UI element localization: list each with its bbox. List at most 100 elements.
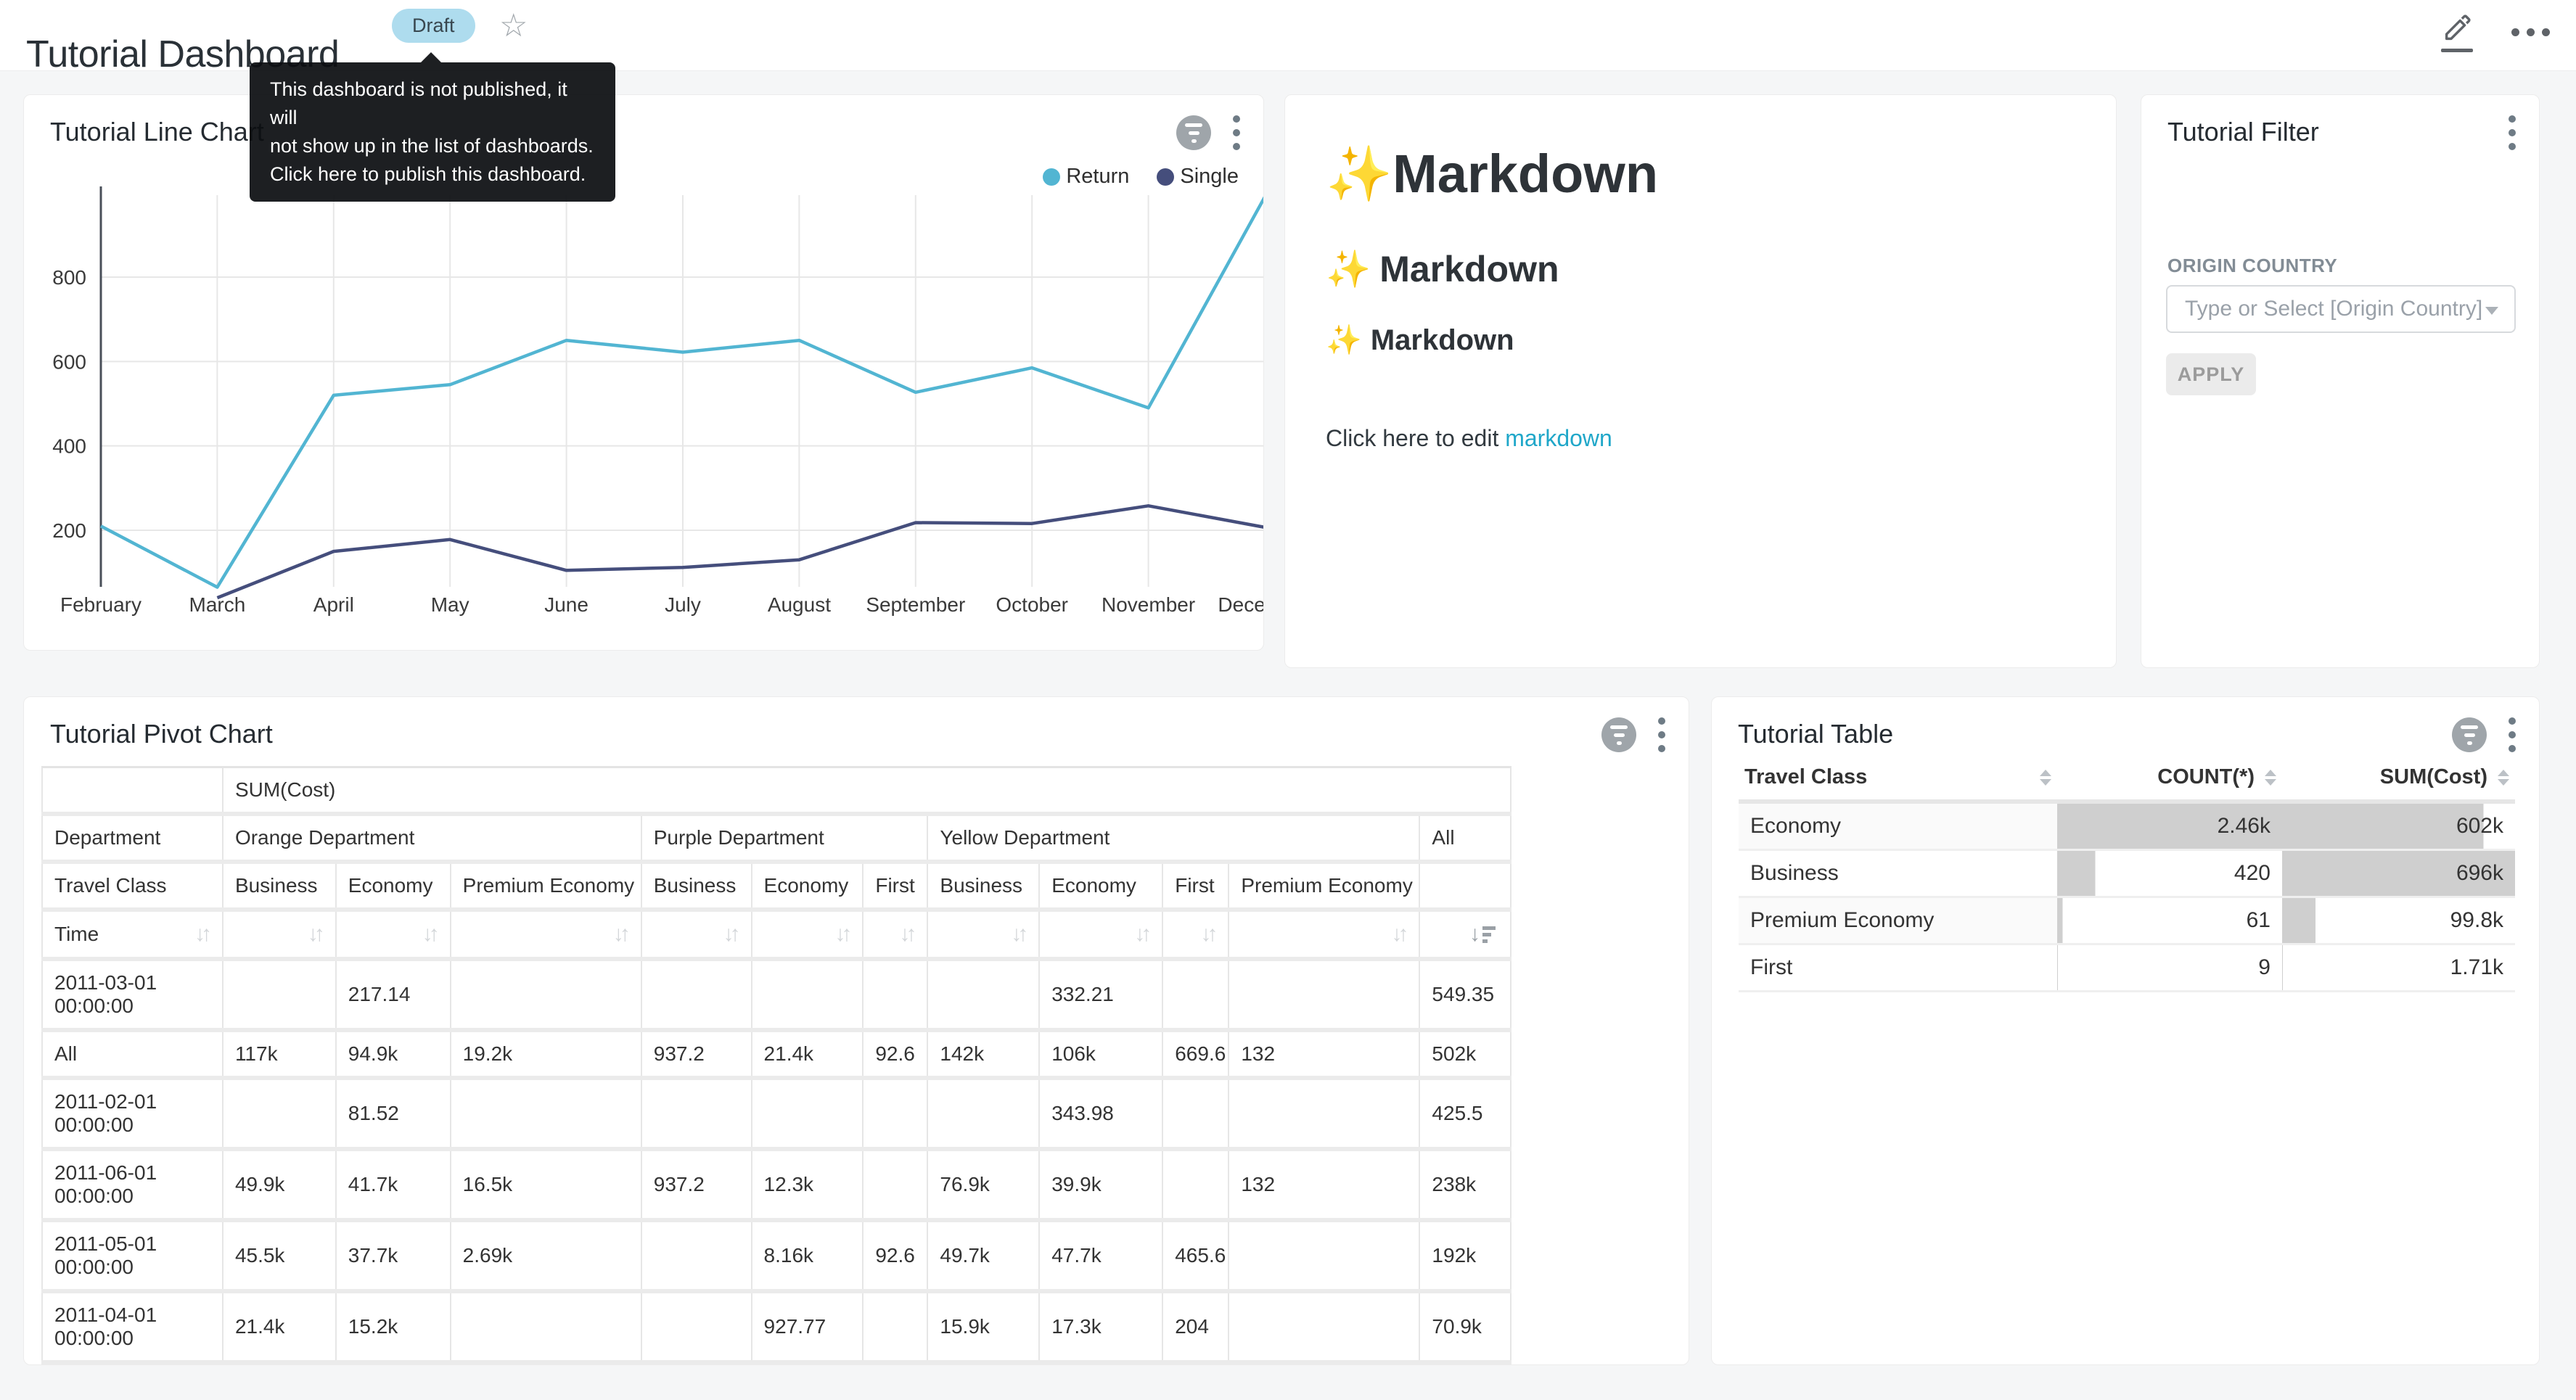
pivot-cell: 12.3k <box>752 1149 864 1220</box>
cell-travel-class: Economy <box>1739 802 2057 850</box>
cell-count: 9 <box>2057 944 2282 992</box>
pivot-dept-row: DepartmentOrange DepartmentPurple Depart… <box>42 814 1511 862</box>
top-bar: Tutorial Dashboard Draft ☆ <box>0 0 2576 71</box>
pivot-cell: 94.9k <box>336 1030 451 1078</box>
time-row-label: Time <box>54 923 99 946</box>
legend-item-single[interactable]: Single <box>1157 165 1239 189</box>
pivot-cell <box>641 1291 752 1362</box>
chart-title: Tutorial Line Chart <box>50 117 264 147</box>
sparkles-icon: ✨ <box>1326 249 1371 289</box>
pivot-cell <box>451 959 641 1030</box>
select-placeholder: Type or Select [Origin Country] <box>2185 297 2482 321</box>
pivot-row-label: 2011-06-01 00:00:00 <box>42 1149 223 1220</box>
pivot-options-icon[interactable] <box>1655 715 1668 755</box>
status-badge[interactable]: Draft <box>392 9 475 43</box>
apply-button[interactable]: APPLY <box>2166 353 2256 395</box>
origin-country-select[interactable]: Type or Select [Origin Country] <box>2166 285 2516 333</box>
filter-options-icon[interactable] <box>2506 112 2519 153</box>
legend-dot <box>1043 168 1060 186</box>
pivot-data-row: 2011-05-01 00:00:0045.5k37.7k2.69k8.16k9… <box>42 1220 1511 1291</box>
pivot-cell: 49.9k <box>223 1149 336 1220</box>
sort-icon[interactable]: ↓↑ <box>613 922 629 947</box>
filter-indicator-icon[interactable] <box>1601 717 1636 752</box>
pivot-cell: 19.2k <box>451 1030 641 1078</box>
col-header-travel-class[interactable]: Travel Class <box>1739 755 2057 802</box>
pivot-cell: 217.14 <box>336 959 451 1030</box>
pivot-cell: 238k <box>1419 1149 1511 1220</box>
sort-icon[interactable] <box>2498 770 2509 786</box>
favorite-star-icon[interactable]: ☆ <box>499 7 528 44</box>
pivot-cell <box>1228 1291 1419 1362</box>
metric-header: SUM(Cost) <box>223 767 1511 815</box>
pivot-cell: 192k <box>1419 1220 1511 1291</box>
markdown-h2: ✨Markdown <box>1326 248 2087 291</box>
pivot-cell: 81.52 <box>336 1078 451 1149</box>
pivot-cell: 92.6 <box>863 1030 927 1078</box>
sort-icon[interactable]: ↓↑ <box>834 922 850 947</box>
pivot-cell: 425.5 <box>1419 1078 1511 1149</box>
sort-icon[interactable]: ↓↑ <box>899 922 915 947</box>
class-col-header: First <box>1162 862 1228 910</box>
sort-icon[interactable] <box>2265 770 2276 786</box>
pivot-cell <box>927 959 1039 1030</box>
class-col-header: Business <box>223 862 336 910</box>
sort-icon[interactable]: ↓↑ <box>194 922 210 947</box>
sort-desc-icon[interactable]: ↓ <box>1469 922 1498 947</box>
pivot-row-label: 2011-04-01 00:00:00 <box>42 1291 223 1362</box>
pivot-row-label: 2011-03-01 00:00:00 <box>42 959 223 1030</box>
edit-dashboard-button[interactable] <box>2440 12 2474 52</box>
markdown-paragraph: Click here to edit markdown <box>1326 425 2087 452</box>
legend-item-return[interactable]: Return <box>1043 165 1129 189</box>
cell-sum-cost: 696k <box>2282 850 2515 897</box>
sort-icon[interactable]: ↓↑ <box>308 922 324 947</box>
sort-icon[interactable]: ↓↑ <box>723 922 739 947</box>
class-col-header: Economy <box>752 862 864 910</box>
markdown-edit-link[interactable]: markdown <box>1505 425 1612 451</box>
pivot-cell <box>1228 1220 1419 1291</box>
svg-text:February: February <box>60 593 141 616</box>
pivot-cell: 132 <box>1228 1030 1419 1078</box>
filter-title: Tutorial Filter <box>2167 117 2319 147</box>
pivot-cell <box>451 1291 641 1362</box>
table-options-icon[interactable] <box>2506 715 2519 755</box>
pivot-cell: 37.7k <box>336 1220 451 1291</box>
publish-tooltip[interactable]: This dashboard is not published, it will… <box>250 62 615 202</box>
sort-icon[interactable] <box>2040 770 2051 786</box>
pivot-cell <box>223 959 336 1030</box>
markdown-h1: ✨Markdown <box>1326 143 2087 206</box>
svg-text:200: 200 <box>52 519 86 542</box>
col-header-sum-cost[interactable]: SUM(Cost) <box>2282 755 2515 802</box>
class-col-header: Business <box>927 862 1039 910</box>
sort-icon[interactable]: ↓↑ <box>1200 922 1216 947</box>
pivot-title: Tutorial Pivot Chart <box>50 719 273 749</box>
pivot-cell: 937.2 <box>641 1030 752 1078</box>
pivot-cell <box>451 1078 641 1149</box>
more-menu-icon[interactable] <box>2511 28 2550 36</box>
pivot-table-wrap: SUM(Cost)DepartmentOrange DepartmentPurp… <box>41 766 1511 1364</box>
class-col-header: Premium Economy <box>1228 862 1419 910</box>
table-card: Tutorial Table Travel ClassCOUNT(*)SUM(C… <box>1711 696 2540 1365</box>
sort-icon[interactable]: ↓↑ <box>1391 922 1407 947</box>
pencil-icon <box>2440 12 2474 45</box>
class-col-header: First <box>863 862 927 910</box>
legend-dot <box>1157 168 1174 186</box>
sort-icon[interactable]: ↓↑ <box>1011 922 1027 947</box>
sort-icon[interactable]: ↓↑ <box>1134 922 1150 947</box>
filter-indicator-icon[interactable] <box>1176 115 1211 150</box>
pivot-cell: 132 <box>1228 1149 1419 1220</box>
col-header-count[interactable]: COUNT(*) <box>2057 755 2282 802</box>
pivot-cell: 15.9k <box>927 1291 1039 1362</box>
svg-text:April: April <box>313 593 354 616</box>
pivot-data-row: 2011-04-01 00:00:0021.4k15.2k927.7715.9k… <box>42 1291 1511 1362</box>
pivot-row-label: All <box>42 1030 223 1078</box>
sort-icon[interactable]: ↓↑ <box>422 922 438 947</box>
class-col-header: Economy <box>336 862 451 910</box>
pivot-cell: 47.7k <box>1039 1220 1162 1291</box>
chart-options-icon[interactable] <box>1230 112 1243 153</box>
pivot-metric-row: SUM(Cost) <box>42 767 1511 815</box>
table-row: Business420696k <box>1739 850 2515 897</box>
pivot-cell: 106k <box>1039 1030 1162 1078</box>
pivot-cell <box>223 1078 336 1149</box>
filter-indicator-icon[interactable] <box>2452 717 2487 752</box>
class-col-header: Business <box>641 862 752 910</box>
